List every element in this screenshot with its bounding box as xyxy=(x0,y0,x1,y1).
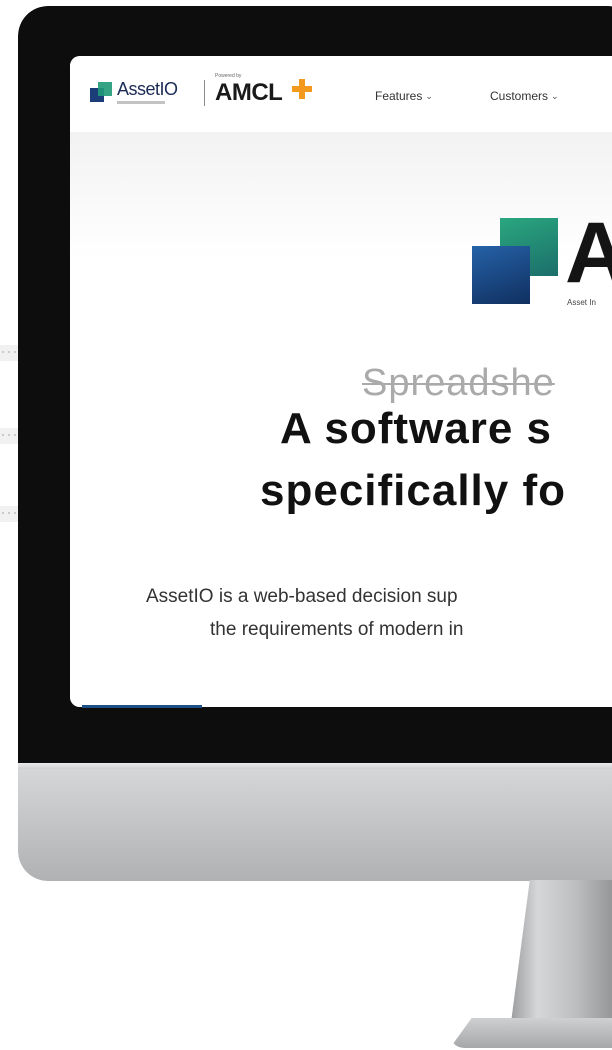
top-navigation: AssetIO Powered by AMCL Features ⌄ Custo… xyxy=(70,56,612,132)
logo-subtitle-bar xyxy=(117,101,165,104)
hero-section: A Asset In Spreadshe A software s specif… xyxy=(70,132,612,707)
logo-tagline: Asset In xyxy=(567,298,596,307)
monitor-stand-foot xyxy=(450,1018,612,1048)
hero-description-line2: the requirements of modern in xyxy=(210,619,464,640)
hero-headline-line2: specifically fo xyxy=(260,466,567,515)
website-screen: AssetIO Powered by AMCL Features ⌄ Custo… xyxy=(70,56,612,707)
nav-item-features[interactable]: Features ⌄ xyxy=(375,89,433,103)
amcl-plus-icon xyxy=(292,79,312,99)
nav-item-customers[interactable]: Customers ⌄ xyxy=(490,89,559,103)
monitor-stand xyxy=(510,880,612,1030)
amcl-logo-text[interactable]: AMCL xyxy=(215,79,283,107)
background-row xyxy=(0,506,20,522)
chevron-down-icon: ⌄ xyxy=(551,90,559,101)
background-row xyxy=(0,345,20,361)
assetio-large-logo-icon xyxy=(472,218,558,304)
nav-item-label: Customers xyxy=(490,89,549,103)
chevron-down-icon: ⌄ xyxy=(425,90,433,101)
screen-edge-accent xyxy=(82,705,202,708)
nav-item-label: Features xyxy=(375,89,423,103)
hero-description-line1: AssetIO is a web-based decision sup xyxy=(146,586,458,607)
logo-divider xyxy=(204,80,205,106)
assetio-logo-text[interactable]: AssetIO xyxy=(117,79,178,100)
struck-through-text: Spreadshe xyxy=(362,362,555,404)
background-row xyxy=(0,428,20,444)
assetio-logo-icon[interactable] xyxy=(90,82,114,104)
hero-headline-line1: A software s xyxy=(280,404,553,453)
monitor-chin xyxy=(18,763,612,881)
assetio-large-logo-text: A xyxy=(565,205,612,301)
